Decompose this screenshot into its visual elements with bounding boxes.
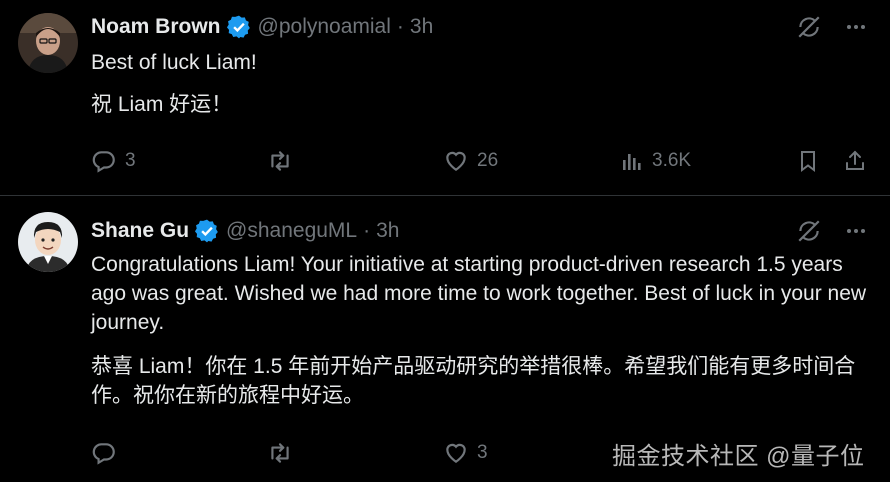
like-icon xyxy=(443,148,469,174)
verified-badge-icon xyxy=(194,218,220,244)
grok-icon[interactable] xyxy=(796,14,822,40)
tweet-header: Shane Gu @shaneguML · 3h xyxy=(91,216,399,246)
timestamp[interactable]: 3h xyxy=(410,15,433,39)
tweet-noam-brown[interactable]: Noam Brown @polynoamial · 3h Best of luc… xyxy=(0,0,890,196)
share-button[interactable] xyxy=(843,148,867,174)
view-count: 3.6K xyxy=(652,150,692,171)
more-icon[interactable] xyxy=(844,219,868,243)
like-count: 26 xyxy=(477,150,499,171)
avatar[interactable] xyxy=(18,13,78,73)
bookmark-icon xyxy=(796,148,820,174)
more-icon[interactable] xyxy=(844,15,868,39)
avatar[interactable] xyxy=(18,212,78,272)
grok-icon[interactable] xyxy=(796,218,822,244)
author-handle[interactable]: @polynoamial xyxy=(258,15,391,39)
tweet-text: Congratulations Liam! Your initiative at… xyxy=(91,253,867,334)
separator: · xyxy=(396,15,404,38)
author-name[interactable]: Shane Gu xyxy=(91,219,189,243)
repost-button[interactable] xyxy=(266,440,294,466)
tweet-top-actions xyxy=(796,218,868,244)
reply-icon xyxy=(91,440,117,466)
like-button[interactable]: 3 xyxy=(443,440,488,466)
reply-icon xyxy=(91,148,117,174)
timestamp[interactable]: 3h xyxy=(376,219,399,243)
reply-button[interactable] xyxy=(91,440,117,466)
author-name[interactable]: Noam Brown xyxy=(91,15,221,39)
repost-icon xyxy=(266,440,294,466)
bookmark-button[interactable] xyxy=(796,148,820,174)
tweet-header: Noam Brown @polynoamial · 3h xyxy=(91,12,433,42)
tweet-text-translated: 恭喜 Liam！你在 1.5 年前开始产品驱动研究的举措很棒。希望我们能有更多时… xyxy=(91,355,856,407)
share-icon xyxy=(843,148,867,174)
like-button[interactable]: 26 xyxy=(443,148,498,174)
author-handle[interactable]: @shaneguML xyxy=(226,219,357,243)
views-icon xyxy=(620,148,644,174)
reply-count: 3 xyxy=(125,150,136,171)
tweet-action-bar: 3 26 3.6K xyxy=(0,148,890,178)
like-count: 3 xyxy=(477,442,488,463)
separator: · xyxy=(363,219,371,242)
repost-button[interactable] xyxy=(266,148,294,174)
views-button[interactable]: 3.6K xyxy=(620,148,691,174)
repost-icon xyxy=(266,148,294,174)
tweet-text-translated: 祝 Liam 好运！ xyxy=(91,93,233,116)
verified-badge-icon xyxy=(226,14,252,40)
tweet-text: Best of luck Liam! xyxy=(91,51,257,74)
reply-button[interactable]: 3 xyxy=(91,148,136,174)
watermark: 掘金技术社区 @量子位 xyxy=(612,443,865,470)
like-icon xyxy=(443,440,469,466)
tweet-top-actions xyxy=(796,14,868,40)
